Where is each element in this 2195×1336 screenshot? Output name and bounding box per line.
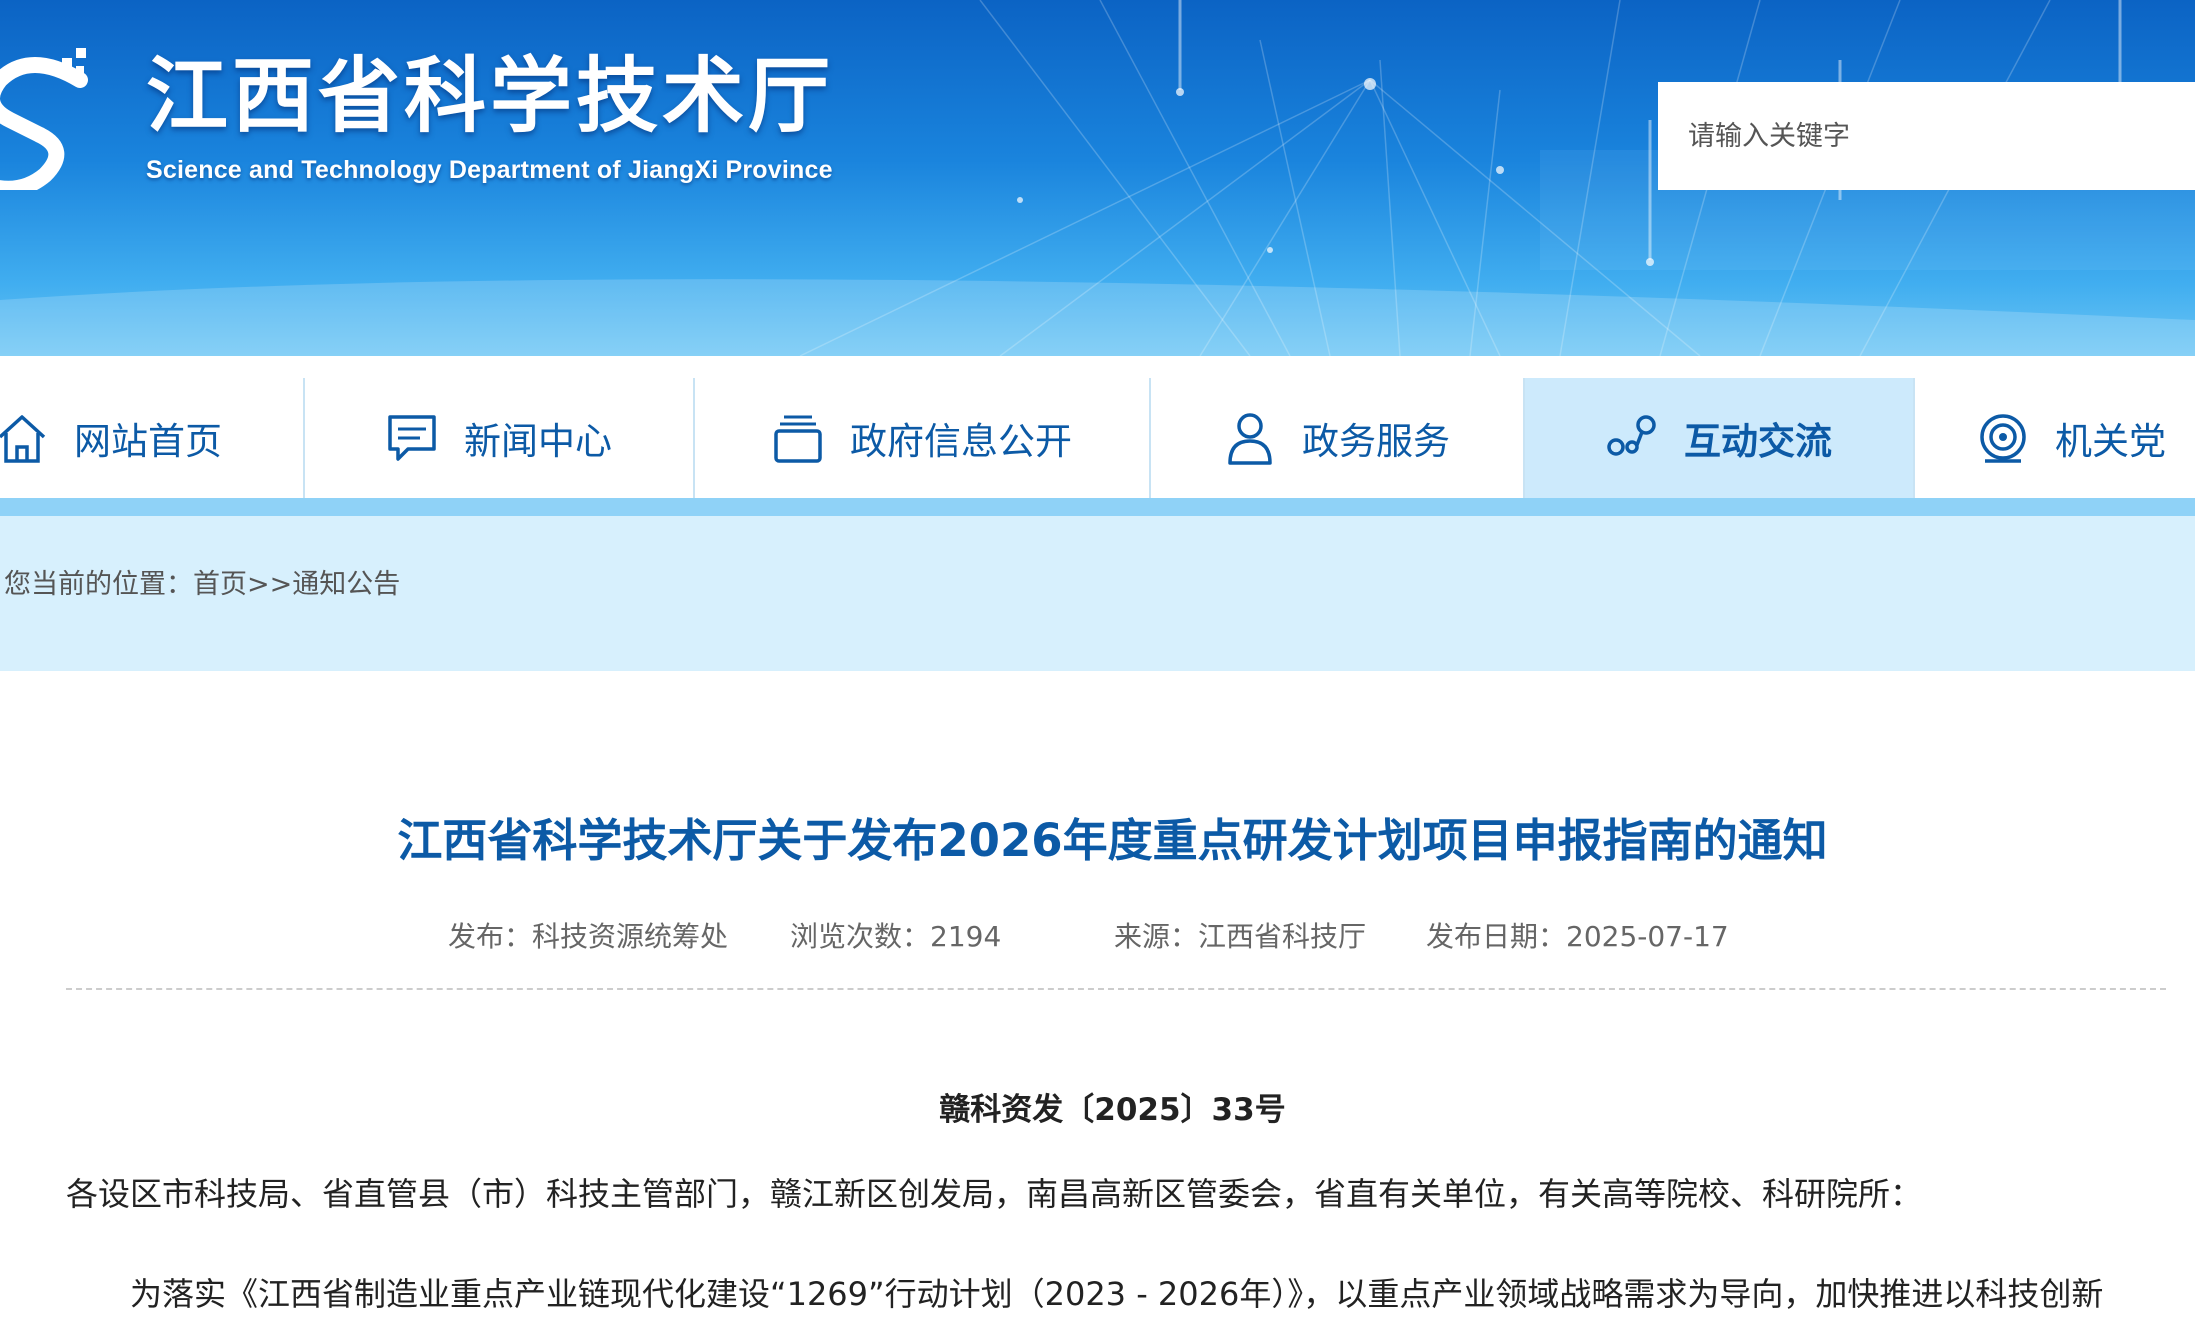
body-paragraph: 为落实《江西省制造业重点产业链现代化建设“1269”行动计划（2023 - 20… xyxy=(130,1275,2104,1313)
article-publisher: 发布：科技资源统筹处 xyxy=(448,920,729,953)
header-banner: 江西省科学技术厅 Science and Technology Departme… xyxy=(0,0,2195,356)
breadcrumb-separator: >> xyxy=(247,569,293,600)
nav-item-party[interactable]: 机关党 xyxy=(1915,378,2195,498)
article-title: 江西省科学技术厅关于发布2026年度重点研发计划项目申报指南的通知 xyxy=(397,814,1828,867)
nav-item-label: 政务服务 xyxy=(1302,420,1450,463)
nav-item-label: 政府信息公开 xyxy=(850,420,1072,463)
nav-item-home[interactable]: 网站首页 xyxy=(0,378,305,498)
site-title: 江西省科学技术厅 xyxy=(146,49,835,144)
nav-item-label: 机关党 xyxy=(2055,420,2166,463)
article-view-count: 浏览次数：2194 xyxy=(790,920,1002,953)
chat-bubble-icon xyxy=(388,415,436,461)
target-icon xyxy=(1980,414,2026,463)
article-source: 来源：江西省科技厅 xyxy=(1114,920,1367,953)
nav-item-services[interactable]: 政务服务 xyxy=(1151,378,1525,498)
nav-item-label: 互动交流 xyxy=(1684,420,1832,463)
connection-icon xyxy=(1607,415,1656,456)
department-logo xyxy=(0,48,88,190)
breadcrumb-home-link[interactable]: 首页 xyxy=(193,569,247,600)
breadcrumb-current-link[interactable]: 通知公告 xyxy=(292,569,400,600)
nav-item-news[interactable]: 新闻中心 xyxy=(305,378,695,498)
article-date: 发布日期：2025-07-17 xyxy=(1426,920,1729,953)
nav-item-label: 网站首页 xyxy=(74,420,222,463)
stacked-docs-icon xyxy=(774,415,822,463)
main-nav: 网站首页 新闻中心 政府信息公开 政务服务 互动交流 机关党 xyxy=(0,378,2195,498)
home-icon xyxy=(0,415,46,463)
breadcrumb-prefix: 您当前的位置： xyxy=(4,569,193,600)
salutation: 各设区市科技局、省直管县（市）科技主管部门，赣江新区创发局，南昌高新区管委会，省… xyxy=(66,1175,1923,1213)
nav-item-gov-info[interactable]: 政府信息公开 xyxy=(695,378,1151,498)
meta-divider xyxy=(66,988,2166,990)
nav-item-interaction[interactable]: 互动交流 xyxy=(1525,378,1915,498)
nav-bottom-strip xyxy=(0,498,2195,516)
search-input[interactable] xyxy=(1658,82,2195,190)
breadcrumb: 您当前的位置：首页>>通知公告 xyxy=(4,562,400,601)
nav-item-label: 新闻中心 xyxy=(464,420,612,463)
document-number: 赣科资发〔2025〕33号 xyxy=(939,1092,1286,1128)
site-subtitle: Science and Technology Department of Jia… xyxy=(146,156,833,184)
person-icon xyxy=(1228,413,1272,465)
